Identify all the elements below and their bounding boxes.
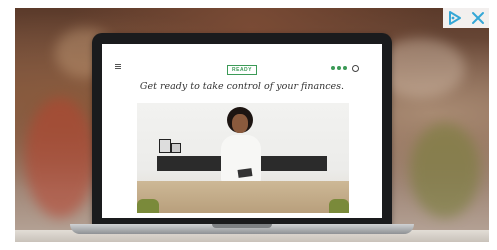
picture-frame <box>171 143 181 153</box>
social-icon-1 <box>331 66 335 70</box>
desk <box>137 181 349 213</box>
headline: Get ready to take control of your financ… <box>139 81 345 92</box>
brand-badge: READY <box>227 65 258 75</box>
person-face <box>232 114 248 133</box>
hamburger-menu-icon <box>115 64 121 69</box>
search-icon <box>352 65 359 72</box>
social-icons <box>331 66 347 70</box>
ad-controls <box>443 8 489 28</box>
background-blur-shape <box>410 123 480 218</box>
picture-frame <box>159 139 171 153</box>
laptop-screen: READY Get ready to take control of your … <box>102 44 382 218</box>
chair <box>137 199 159 213</box>
close-icon[interactable] <box>471 11 485 25</box>
hero-photo <box>137 103 349 213</box>
laptop-notch <box>212 224 272 228</box>
background-blur-shape <box>25 98 95 218</box>
adchoices-icon[interactable] <box>447 10 463 26</box>
chair <box>329 199 349 213</box>
social-icon-2 <box>337 66 341 70</box>
social-icon-3 <box>343 66 347 70</box>
